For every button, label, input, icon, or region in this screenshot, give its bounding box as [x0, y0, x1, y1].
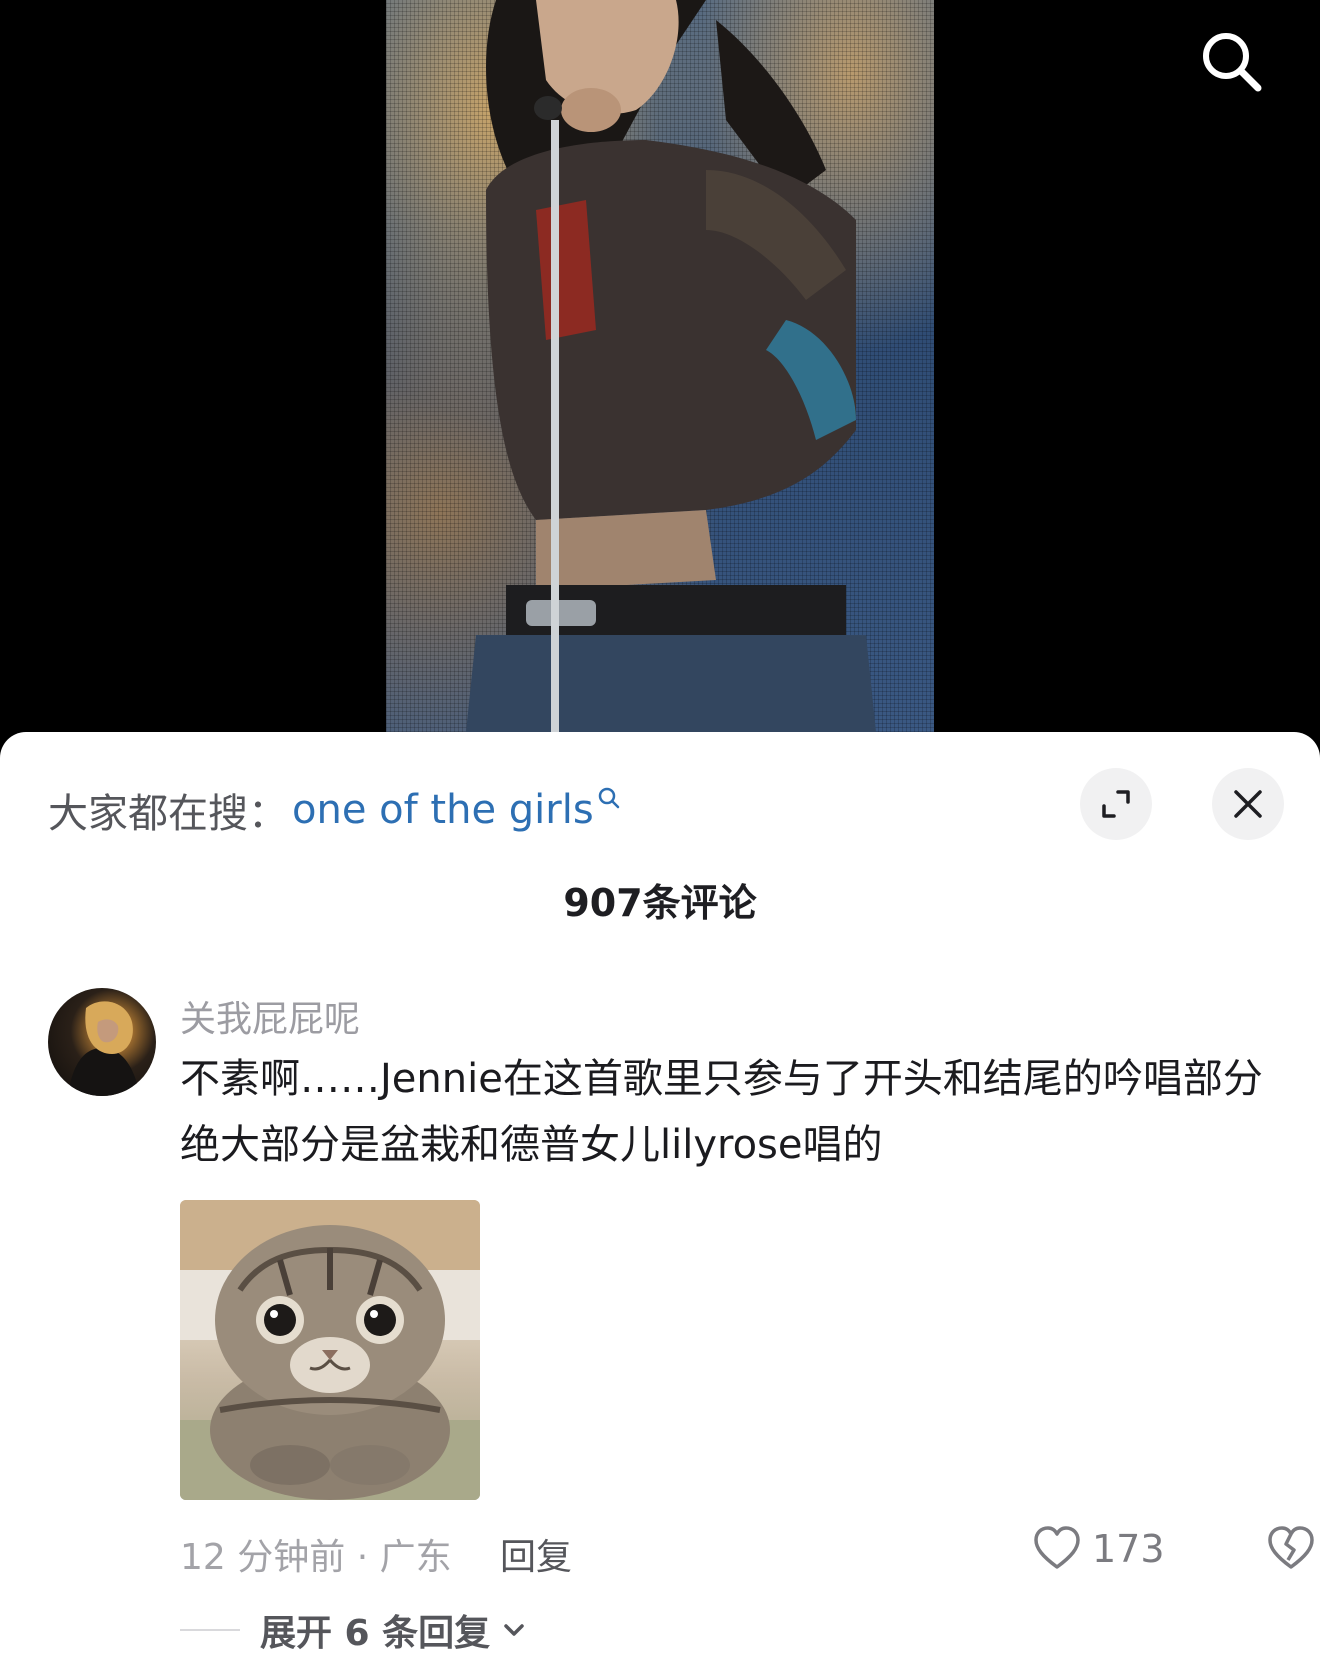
search-icon[interactable] — [1196, 26, 1272, 102]
trending-search-keyword[interactable]: one of the girls — [292, 787, 594, 833]
avatar-image — [68, 1001, 140, 1096]
video-frame[interactable] — [386, 0, 934, 732]
comment-username[interactable]: 关我屁屁呢 — [180, 990, 360, 1042]
avatar[interactable] — [48, 988, 156, 1096]
close-button[interactable] — [1212, 768, 1284, 840]
video-player[interactable] — [0, 0, 1320, 760]
chevron-down-icon — [504, 1624, 524, 1636]
reply-button[interactable]: 回复 — [500, 1528, 572, 1580]
comment-count: 907条评论 — [563, 881, 757, 925]
trending-search[interactable]: 大家都在搜： one of the girls — [48, 780, 622, 840]
expand-replies-button[interactable]: 展开 6 条回复 — [180, 1606, 528, 1654]
comment-sheet: 大家都在搜： one of the girls 907条评论 关我屁屁呢 不素啊… — [0, 732, 1320, 1660]
like-button[interactable]: 173 — [1032, 1524, 1165, 1574]
expand-icon — [1102, 790, 1130, 818]
broken-heart-icon[interactable] — [1266, 1524, 1316, 1574]
expand-button[interactable] — [1080, 768, 1152, 840]
divider — [180, 1629, 240, 1631]
search-icon — [598, 787, 619, 809]
trending-search-prefix: 大家都在搜： — [48, 791, 288, 837]
comment-meta: 12 分钟前 · 广东 回复 173 — [180, 1526, 1314, 1578]
comment-image[interactable] — [180, 1200, 480, 1500]
close-icon — [1234, 790, 1262, 818]
expand-replies-label: 展开 6 条回复 — [260, 1613, 491, 1654]
comment-time-location: 12 分钟前 · 广东 — [180, 1537, 452, 1578]
heart-icon — [1034, 1526, 1080, 1569]
comment-text: 不素啊……Jennie在这首歌里只参与了开头和结尾的吟唱部分 绝大部分是盆栽和德… — [180, 1056, 1263, 1168]
like-count: 173 — [1092, 1527, 1165, 1571]
performer-figure — [466, 0, 876, 732]
cat-photo — [180, 1200, 480, 1500]
